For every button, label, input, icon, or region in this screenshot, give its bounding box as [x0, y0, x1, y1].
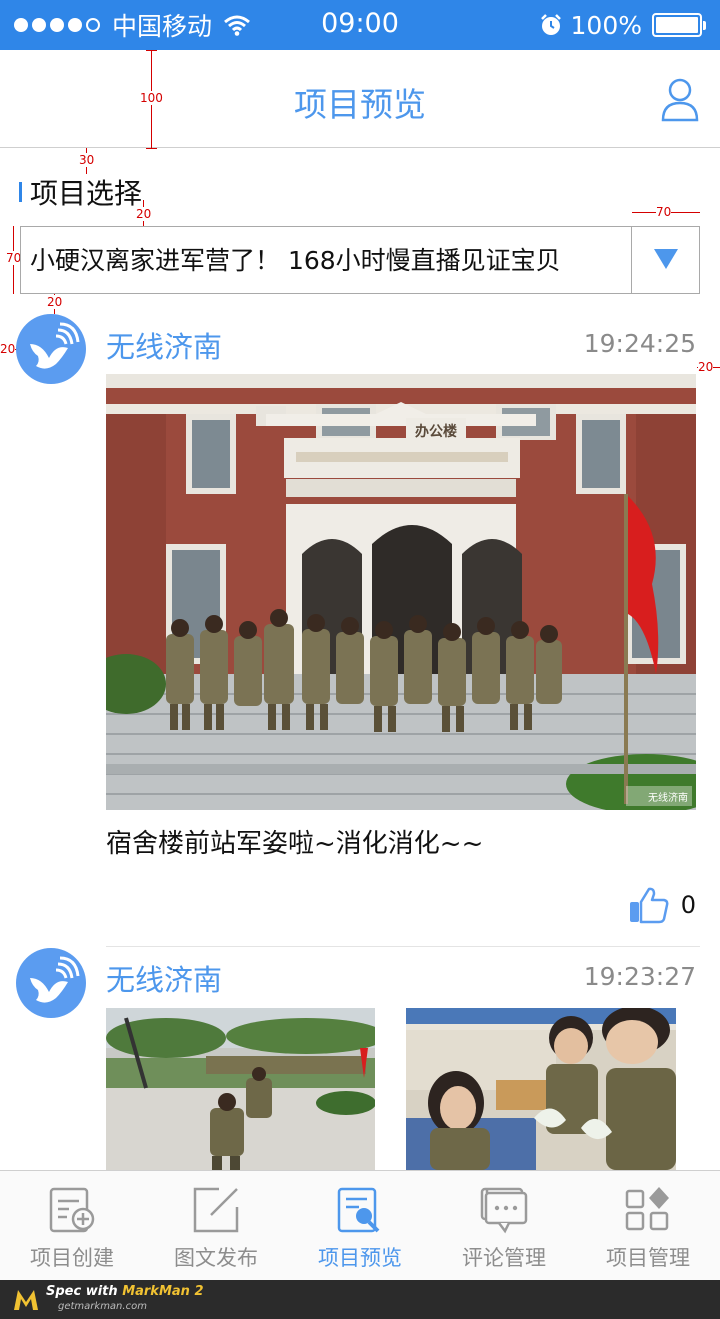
bird-logo-icon [30, 956, 80, 1003]
project-select-dropdown[interactable]: 小硬汉离家进军营了！ 168小时慢直播见证宝贝 [20, 226, 700, 294]
section-marker [19, 182, 22, 202]
post-caption: 宿舍楼前站军姿啦~消化消化~~ [106, 829, 484, 859]
spec-section-top: 30 [79, 153, 95, 167]
grid-apps-icon [625, 1187, 669, 1231]
spec-select-height: 70 [6, 251, 22, 265]
post-author[interactable]: 无线济南 [106, 957, 222, 999]
author-avatar[interactable] [16, 314, 86, 384]
tab-label: 项目管理 [606, 1246, 690, 1270]
footer-url: getmarkman.com [58, 1301, 147, 1312]
spec-measure-cap [146, 148, 157, 149]
spec-select-gap: 20 [47, 295, 63, 309]
footer-product: MarkMan 2 [122, 1284, 204, 1299]
spec-header-height: 100 [140, 91, 163, 105]
tab-comment-manage[interactable]: 评论管理 [432, 1171, 576, 1281]
post-photo[interactable] [406, 1008, 676, 1170]
like-count: 0 [680, 891, 696, 919]
bird-logo-icon [30, 322, 80, 369]
tab-label: 项目预览 [318, 1246, 402, 1270]
nav-header: 项目预览 [0, 50, 720, 148]
footer-title: Spec with MarkMan 2 [46, 1284, 204, 1299]
post-time: 19:24:25 [583, 329, 696, 358]
tab-label: 图文发布 [174, 1246, 258, 1270]
photo-watermark-text: 无线济南 [648, 791, 688, 804]
triangle-down-icon [654, 249, 678, 269]
project-select-value: 小硬汉离家进军营了！ 168小时慢直播见证宝贝 [30, 246, 561, 275]
project-select-label: 项目选择 [30, 177, 143, 210]
markman-footer: Spec with MarkMan 2 getmarkman.com [0, 1280, 720, 1319]
spec-right-margin: 20 [698, 360, 714, 374]
photo-sign-text: 办公楼 [415, 423, 457, 440]
spec-arrow-width: 70 [656, 205, 672, 219]
battery-group: 100% [539, 10, 706, 40]
tab-bar: 项目创建 图文发布 项目预览 评论管理 项目管理 [0, 1170, 720, 1280]
post-divider [106, 946, 700, 947]
post-photo[interactable]: 办公楼 无线济南 [106, 374, 696, 810]
project-select-toggle[interactable] [631, 227, 699, 293]
page-title: 项目预览 [294, 85, 426, 124]
building-photo-image: 办公楼 无线济南 [106, 374, 696, 810]
battery-percent: 100% [570, 10, 642, 40]
post-time: 19:23:27 [583, 962, 696, 991]
post-author[interactable]: 无线济南 [106, 324, 222, 366]
tab-label: 项目创建 [30, 1246, 114, 1270]
user-profile-icon[interactable] [660, 76, 700, 122]
spec-left-margin: 20 [0, 342, 16, 356]
document-search-icon [337, 1187, 380, 1233]
status-bar: 中国移动 09:00 100% [0, 0, 720, 50]
alarm-clock-icon [540, 14, 561, 35]
tab-project-create[interactable]: 项目创建 [0, 1171, 144, 1281]
post-photo[interactable] [106, 1008, 375, 1170]
document-add-icon [49, 1187, 95, 1233]
tab-project-manage[interactable]: 项目管理 [576, 1171, 720, 1281]
thumbs-up-icon[interactable] [629, 886, 669, 924]
tab-post-publish[interactable]: 图文发布 [144, 1171, 288, 1281]
tab-project-preview[interactable]: 项目预览 [288, 1171, 432, 1281]
footer-spec-with: Spec with [46, 1284, 123, 1299]
author-avatar[interactable] [16, 948, 86, 1018]
outdoor-photo-image [106, 1008, 375, 1170]
edit-square-icon [193, 1187, 239, 1233]
markman-logo-icon [14, 1290, 38, 1310]
app-screen: 中国移动 09:00 100% 项目预览 100 30 20 70 70 20 … [0, 0, 720, 1319]
spec-measure-cap [146, 50, 157, 51]
like-group[interactable]: 0 [629, 886, 696, 924]
chat-bubble-icon [480, 1187, 528, 1234]
battery-icon [652, 13, 706, 37]
dormitory-photo-image [406, 1008, 676, 1170]
tab-label: 评论管理 [462, 1246, 546, 1270]
